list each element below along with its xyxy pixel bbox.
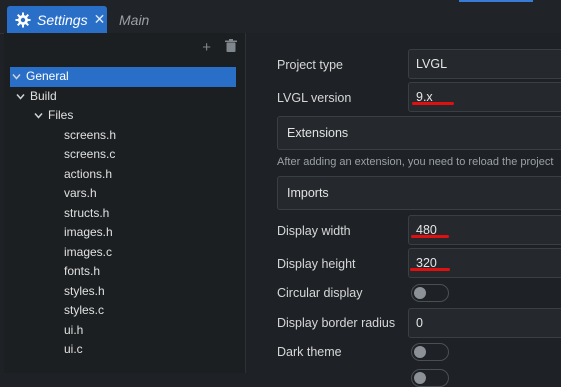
tree-file-7[interactable]: structs.h	[4, 204, 245, 224]
project-type-label: Project type	[277, 58, 344, 72]
annotation-underline	[411, 235, 449, 238]
tree-item-label: screens.c	[64, 147, 116, 161]
tree-file-9[interactable]: images.c	[4, 243, 245, 263]
gear-icon	[15, 12, 31, 28]
display-height-field[interactable]: 320	[408, 248, 561, 278]
tree-item-label: actions.h	[64, 166, 113, 181]
extensions-hint: After adding an extension, you need to r…	[277, 156, 554, 168]
tree-folder-2[interactable]: Files	[4, 106, 245, 126]
annotation-underline	[410, 268, 450, 271]
tree-item-label: General	[26, 69, 69, 83]
tree-file-13[interactable]: ui.h	[4, 321, 245, 341]
tab-settings[interactable]: Settings ✕	[7, 6, 107, 33]
tree-item-label: styles.c	[64, 303, 105, 317]
tree-item-label: screens.h	[64, 127, 117, 142]
tab-settings-label: Settings	[37, 11, 88, 28]
chevron-down-icon[interactable]	[14, 88, 26, 108]
toggle-knob	[414, 346, 426, 358]
tree-file-10[interactable]: fonts.h	[4, 262, 245, 282]
settings-panel: Project type LVGL LVGL version 9.x Exten…	[246, 33, 561, 387]
tree-item-label: images.h	[64, 225, 113, 239]
circular-display-toggle[interactable]	[411, 284, 449, 302]
lvgl-version-label: LVGL version	[277, 91, 352, 105]
project-tree: General Build Files screens.h screens.c actio…	[4, 67, 245, 360]
dark-theme-toggle[interactable]	[411, 343, 449, 361]
tree-file-8[interactable]: images.h	[4, 223, 245, 243]
display-width-field[interactable]: 480	[408, 215, 561, 245]
tree-file-11[interactable]: styles.h	[4, 282, 245, 302]
tree-item-label: Files	[48, 108, 74, 122]
display-width-label: Display width	[277, 224, 351, 238]
tree-item-label: ui.h	[64, 322, 84, 337]
tree-item-label: fonts.h	[64, 264, 101, 278]
tree-folder-1[interactable]: Build	[4, 87, 245, 107]
chevron-down-icon[interactable]	[32, 107, 44, 127]
tab-main-label: Main	[119, 11, 150, 28]
toggle-knob	[414, 372, 426, 384]
tree-item-label: styles.h	[64, 283, 105, 298]
close-icon[interactable]: ✕	[94, 11, 106, 28]
lvgl-version-field[interactable]: 9.x	[408, 82, 561, 112]
tree-file-4[interactable]: screens.c	[4, 145, 245, 165]
tree-item-label: Build	[30, 88, 57, 103]
annotation-underline	[412, 102, 454, 105]
dark-theme-label: Dark theme	[277, 345, 342, 359]
tree-item-label: structs.h	[64, 205, 110, 220]
circular-display-label: Circular display	[277, 286, 363, 300]
tab-main[interactable]: Main	[119, 6, 149, 33]
tree-file-3[interactable]: screens.h	[4, 126, 245, 146]
toggle-knob	[414, 287, 426, 299]
project-tree-panel: + General Build Files screens.h screens.c act…	[4, 33, 246, 373]
display-height-label: Display height	[277, 257, 356, 271]
next-setting-toggle[interactable]	[411, 369, 449, 387]
tree-file-6[interactable]: vars.h	[4, 184, 245, 204]
tree-item-label: images.c	[64, 244, 113, 259]
display-border-radius-field[interactable]: 0	[408, 308, 561, 338]
tree-toolbar: +	[202, 39, 237, 55]
tree-file-12[interactable]: styles.c	[4, 301, 245, 321]
imports-section[interactable]: Imports	[277, 176, 561, 210]
tree-file-14[interactable]: ui.c	[4, 340, 245, 360]
project-type-field[interactable]: LVGL	[408, 49, 561, 79]
extensions-section[interactable]: Extensions	[277, 116, 561, 150]
tab-bar: Settings ✕ Main	[0, 0, 561, 34]
display-border-radius-label: Display border radius	[277, 316, 396, 330]
tree-item-label: vars.h	[64, 186, 97, 200]
add-icon[interactable]: +	[202, 40, 211, 55]
chevron-down-icon[interactable]	[10, 68, 22, 88]
tree-item-label: ui.c	[64, 342, 83, 356]
top-accent-line	[459, 0, 533, 2]
trash-icon[interactable]	[225, 39, 237, 55]
tree-file-5[interactable]: actions.h	[4, 165, 245, 185]
tree-folder-0[interactable]: General	[10, 67, 236, 87]
